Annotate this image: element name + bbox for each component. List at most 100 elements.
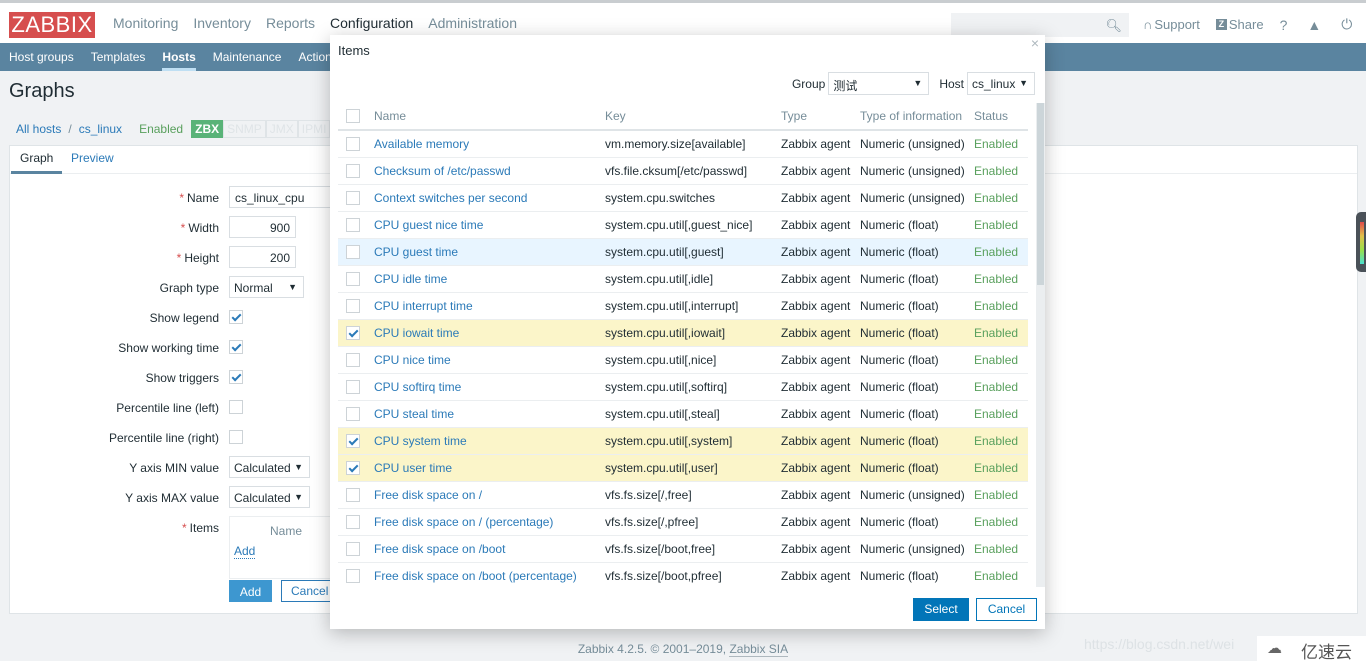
table-row[interactable]: CPU steal time system.cpu.util[,steal] Zab… [338,400,1028,428]
item-name-link[interactable]: CPU idle time [374,265,605,293]
table-row[interactable]: CPU guest time system.cpu.util[,guest] Zab… [338,238,1028,266]
tab-preview[interactable]: Preview [71,151,114,165]
group-select[interactable]: 测试 ▼ [828,72,930,95]
search-icon[interactable]: 🔍︎ [1105,18,1122,34]
height-input[interactable]: 200 [229,246,296,268]
ymin-select[interactable]: Calculated ▼ [229,456,310,478]
user-icon[interactable]: ▲ [1307,17,1321,33]
table-row[interactable]: Checksum of /etc/passwd vfs.file.cksum[/e… [338,157,1028,185]
share-link[interactable]: Z Share [1215,17,1264,32]
width-row: * Width 900 [10,216,340,240]
item-name-link[interactable]: CPU guest time [374,238,605,266]
name-input[interactable]: cs_linux_cpu [229,186,339,208]
item-name-link[interactable]: CPU softirq time [374,373,605,401]
select-button[interactable]: Select [913,598,969,621]
show-working-time-checkbox[interactable] [229,340,243,354]
item-checkbox[interactable] [346,325,360,340]
item-checkbox[interactable] [346,271,360,286]
table-row[interactable]: Free disk space on / vfs.fs.size[/,free] Z… [338,481,1028,509]
nav-configuration[interactable]: Configuration [330,15,413,31]
item-name-link[interactable]: Free disk space on / (percentage) [374,508,605,536]
item-checkbox[interactable] [346,352,360,367]
item-name-link[interactable]: Free disk space on /boot [374,535,605,563]
item-checkbox[interactable] [346,460,360,475]
subnav-maintenance[interactable]: Maintenance [213,50,282,64]
item-checkbox[interactable] [346,406,360,421]
item-name-link[interactable]: Free disk space on /boot (percentage) [374,562,605,583]
table-row[interactable]: Free disk space on /boot (percentage) vfs… [338,562,1028,583]
item-checkbox[interactable] [346,568,360,583]
item-name-link[interactable]: CPU guest nice time [374,211,605,239]
item-name-link[interactable]: CPU interrupt time [374,292,605,320]
item-checkbox[interactable] [346,163,360,178]
table-row[interactable]: CPU softirq time system.cpu.util[,softirq… [338,373,1028,401]
subnav-host-groups[interactable]: Host groups [9,50,74,64]
tab-graph[interactable]: Graph [20,151,53,165]
help-icon[interactable]: ? [1280,17,1288,33]
show-triggers-checkbox[interactable] [229,370,243,384]
nav-administration[interactable]: Administration [428,15,517,31]
item-checkbox[interactable] [346,514,360,529]
item-name-link[interactable]: Checksum of /etc/passwd [374,157,605,185]
item-checkbox[interactable] [346,244,360,259]
item-checkbox[interactable] [346,136,360,151]
table-row[interactable]: Free disk space on / (percentage) vfs.fs.… [338,508,1028,536]
subnav-templates[interactable]: Templates [91,50,146,64]
col-name[interactable]: Name [374,103,605,131]
zabbix-logo[interactable]: ZABBIX [9,12,95,38]
host-status[interactable]: Enabled [139,122,183,136]
item-name-link[interactable]: CPU steal time [374,400,605,428]
power-icon[interactable]: ⏻ [1341,16,1352,33]
breadcrumb-all-hosts[interactable]: All hosts [16,122,61,136]
footer-link[interactable]: Zabbix SIA [729,642,789,657]
item-name-link[interactable]: Free disk space on / [374,481,605,509]
item-checkbox[interactable] [346,541,360,556]
item-checkbox[interactable] [346,379,360,394]
item-name-link[interactable]: CPU iowait time [374,319,605,347]
side-widget-handle[interactable] [1356,212,1366,272]
select-all-checkbox[interactable] [346,109,360,123]
add-button[interactable]: Add [229,580,272,602]
close-icon[interactable]: × [1031,35,1039,51]
width-input[interactable]: 900 [229,216,296,238]
nav-monitoring[interactable]: Monitoring [113,15,178,31]
dialog-cancel-button[interactable]: Cancel [976,598,1037,621]
item-name-link[interactable]: CPU user time [374,454,605,482]
item-name-link[interactable]: Available memory [374,130,605,158]
graph-type-select[interactable]: Normal ▼ [229,276,304,298]
percentile-right-checkbox[interactable] [229,430,243,444]
item-name-link[interactable]: CPU nice time [374,346,605,374]
host-select[interactable]: cs_linux ▼ [967,72,1035,95]
table-row[interactable]: Context switches per second system.cpu.sw… [338,184,1028,212]
support-link[interactable]: ∩ Support [1143,17,1200,32]
show-legend-checkbox[interactable] [229,310,243,324]
search-input[interactable]: 🔍︎ [951,13,1129,37]
item-checkbox[interactable] [346,298,360,313]
item-checkbox[interactable] [346,217,360,232]
table-row[interactable]: CPU system time system.cpu.util[,system] Z… [338,427,1028,455]
nav-inventory[interactable]: Inventory [193,15,251,31]
table-row[interactable]: CPU iowait time system.cpu.util[,iowait] Z… [338,319,1028,347]
table-row[interactable]: CPU nice time system.cpu.util[,nice] Zabbi… [338,346,1028,374]
breadcrumb-host[interactable]: cs_linux [79,122,122,136]
item-checkbox[interactable] [346,487,360,502]
nav-reports[interactable]: Reports [266,15,315,31]
subnav-hosts[interactable]: Hosts [162,50,197,71]
table-row[interactable]: CPU interrupt time system.cpu.util[,inter… [338,292,1028,320]
item-name-link[interactable]: CPU system time [374,427,605,455]
percentile-left-checkbox[interactable] [229,400,243,414]
ymax-select[interactable]: Calculated ▼ [229,486,310,508]
scroll-thumb[interactable] [1037,103,1044,285]
items-name-header: Name [270,524,303,538]
item-checkbox[interactable] [346,433,360,448]
table-row[interactable]: CPU user time system.cpu.util[,user] Zabbi… [338,454,1028,482]
col-type-of-information: Type of information [860,103,974,131]
item-name-link[interactable]: Context switches per second [374,184,605,212]
scrollbar[interactable] [1036,103,1045,587]
table-row[interactable]: Free disk space on /boot vfs.fs.size[/boo… [338,535,1028,563]
item-checkbox[interactable] [346,190,360,205]
add-item-link[interactable]: Add [234,544,256,559]
table-row[interactable]: CPU guest nice time system.cpu.util[,gues… [338,211,1028,239]
table-row[interactable]: CPU idle time system.cpu.util[,idle] Zabbi… [338,265,1028,293]
table-row[interactable]: Available memory vm.memory.size[available… [338,130,1028,158]
